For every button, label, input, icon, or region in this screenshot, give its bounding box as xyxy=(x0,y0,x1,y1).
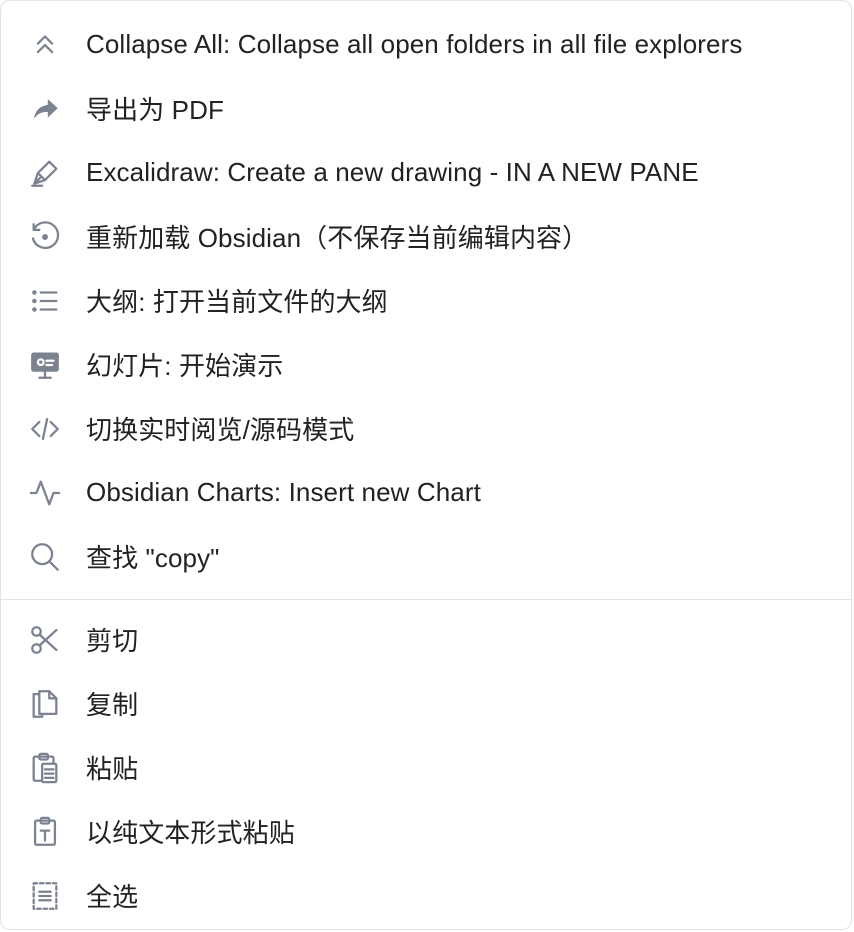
list-icon xyxy=(27,283,63,319)
clipboard-icon xyxy=(27,750,63,786)
menu-item-cut[interactable]: 剪切 xyxy=(1,608,851,672)
commands-section: Collapse All: Collapse all open folders … xyxy=(1,1,851,589)
presentation-icon xyxy=(27,347,63,383)
menu-item-label: Obsidian Charts: Insert new Chart xyxy=(86,476,481,507)
clipboard-text-icon xyxy=(27,814,63,850)
context-menu: Collapse All: Collapse all open folders … xyxy=(0,0,852,930)
menu-item-copy[interactable]: 复制 xyxy=(1,672,851,736)
copy-icon xyxy=(27,686,63,722)
menu-item-outline[interactable]: 大纲: 打开当前文件的大纲 xyxy=(1,269,851,333)
menu-item-label: 复制 xyxy=(86,689,139,720)
menu-item-label: 大纲: 打开当前文件的大纲 xyxy=(86,286,388,317)
menu-item-label: Excalidraw: Create a new drawing - IN A … xyxy=(86,156,699,187)
menu-item-label: 幻灯片: 开始演示 xyxy=(86,350,284,381)
menu-item-label: 查找 "copy" xyxy=(86,542,220,573)
menu-item-label: 剪切 xyxy=(86,625,139,656)
scissors-icon xyxy=(27,622,63,658)
pen-tool-icon xyxy=(27,155,63,191)
menu-item-paste-plain[interactable]: 以纯文本形式粘贴 xyxy=(1,800,851,864)
edit-section: 剪切 复制 粘贴 以纯文本形式粘贴 全选 xyxy=(1,608,851,928)
activity-icon xyxy=(27,475,63,511)
menu-item-toggle-source-mode[interactable]: 切换实时阅览/源码模式 xyxy=(1,397,851,461)
menu-item-label: 全选 xyxy=(86,881,139,912)
menu-item-collapse-all[interactable]: Collapse All: Collapse all open folders … xyxy=(1,13,851,77)
code-icon xyxy=(27,411,63,447)
rotate-ccw-icon xyxy=(27,219,63,255)
menu-item-excalidraw-new[interactable]: Excalidraw: Create a new drawing - IN A … xyxy=(1,141,851,205)
menu-item-select-all[interactable]: 全选 xyxy=(1,864,851,928)
menu-item-label: 重新加载 Obsidian（不保存当前编辑内容） xyxy=(86,222,589,253)
select-all-icon xyxy=(27,878,63,914)
menu-item-label: 切换实时阅览/源码模式 xyxy=(86,414,355,445)
search-icon xyxy=(27,539,63,575)
menu-item-find[interactable]: 查找 "copy" xyxy=(1,525,851,589)
menu-item-insert-chart[interactable]: Obsidian Charts: Insert new Chart xyxy=(1,461,851,525)
menu-item-label: 导出为 PDF xyxy=(86,94,224,125)
menu-item-label: 以纯文本形式粘贴 xyxy=(86,817,295,848)
chevrons-up-icon xyxy=(27,27,63,63)
menu-item-paste[interactable]: 粘贴 xyxy=(1,736,851,800)
menu-item-label: 粘贴 xyxy=(86,753,139,784)
menu-separator xyxy=(1,599,851,600)
menu-item-slides[interactable]: 幻灯片: 开始演示 xyxy=(1,333,851,397)
menu-item-reload-obsidian[interactable]: 重新加载 Obsidian（不保存当前编辑内容） xyxy=(1,205,851,269)
menu-item-label: Collapse All: Collapse all open folders … xyxy=(86,28,743,59)
share-arrow-icon xyxy=(27,91,63,127)
menu-item-export-pdf[interactable]: 导出为 PDF xyxy=(1,77,851,141)
